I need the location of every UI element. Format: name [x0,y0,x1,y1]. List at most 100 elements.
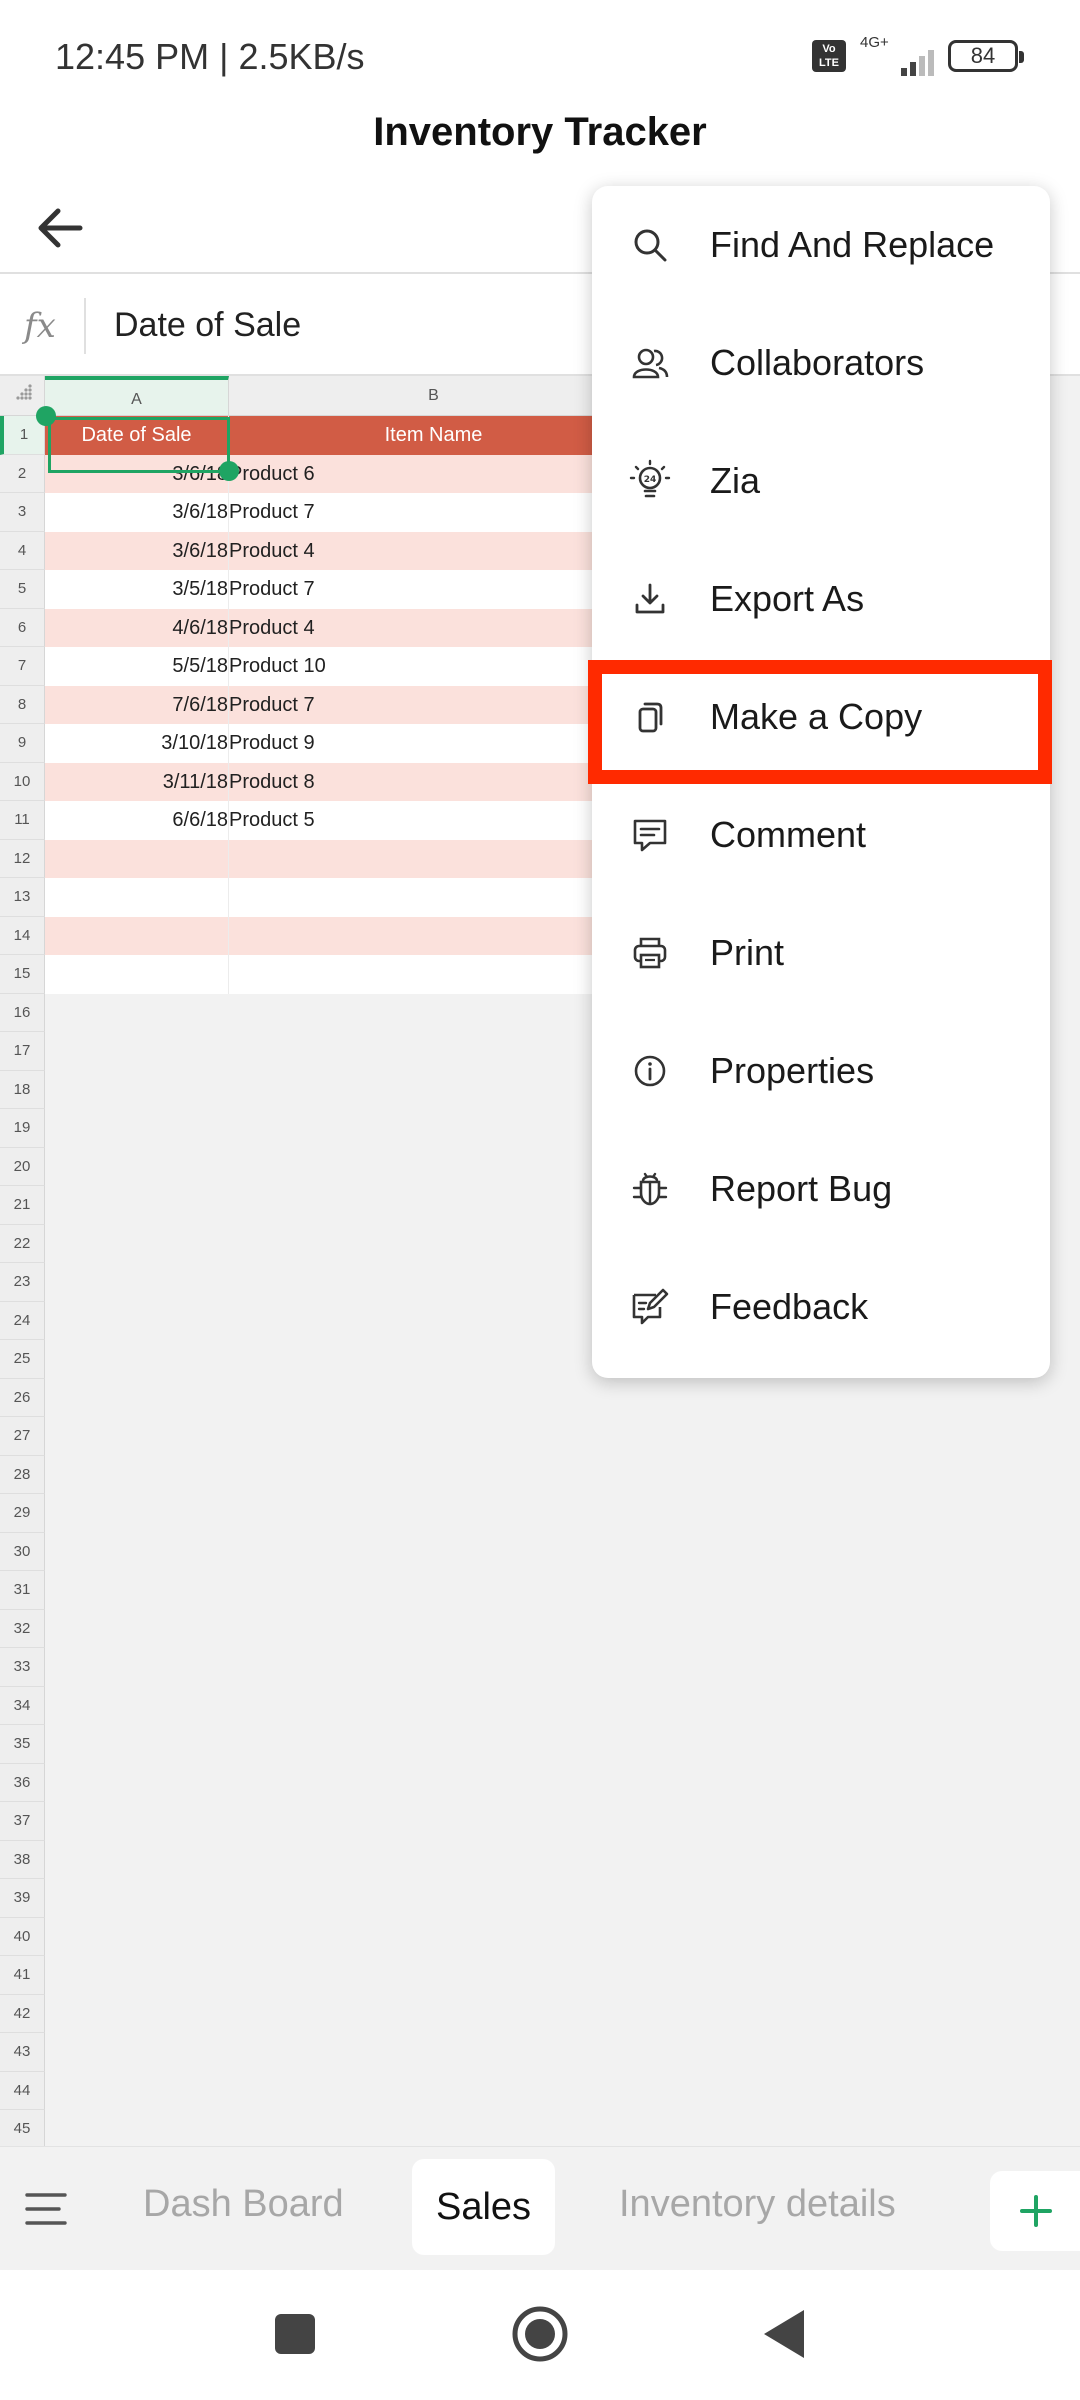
cell-a[interactable]: 6/6/18 [45,801,229,840]
add-sheet-button[interactable] [990,2171,1080,2251]
row-header[interactable]: 15 [0,955,45,994]
row-header[interactable]: 29 [0,1494,45,1533]
row-header[interactable]: 12 [0,839,45,878]
cell-empty[interactable] [45,955,229,994]
cell-b[interactable]: Product 4 [229,608,639,647]
cell-empty[interactable] [45,878,229,917]
row-header[interactable]: 35 [0,1725,45,1764]
tab-dash-board[interactable]: Dash Board [143,2183,344,2226]
row-headers: 1 2 3 4 5 6 7 8 9 10 11 12 13 14 15 16 17 18 19 20 21 22 23 24 2… [0,416,45,2146]
row-header[interactable]: 13 [0,878,45,917]
cell-a[interactable]: 3/11/18 [45,762,229,801]
row-header[interactable]: 5 [0,570,45,609]
menu-item-feedback[interactable]: Feedback [592,1248,1050,1366]
cell-empty[interactable] [229,839,639,878]
printer-icon [628,931,672,975]
menu-item-print[interactable]: Print [592,894,1050,1012]
cell-b1[interactable]: Item Name [229,416,639,455]
cell-b[interactable]: Product 6 [229,454,639,493]
sheet-list-button[interactable] [24,2191,68,2227]
menu-item-collaborators[interactable]: Collaborators [592,304,1050,422]
row-header[interactable]: 32 [0,1609,45,1648]
row-header[interactable]: 3 [0,493,45,532]
row-header[interactable]: 27 [0,1417,45,1456]
row-header[interactable]: 9 [0,724,45,763]
cell-area[interactable]: Date of Sale Item Name 3/6/18 Product 6 3/… [45,416,639,994]
row-header[interactable]: 20 [0,1147,45,1186]
row-header[interactable]: 23 [0,1263,45,1302]
cell-a[interactable]: 3/10/18 [45,724,229,763]
back-button[interactable] [30,198,90,258]
row-header[interactable]: 36 [0,1763,45,1802]
signal-bar [901,68,907,76]
row-header[interactable]: 4 [0,531,45,570]
column-header-a[interactable]: A [45,376,229,416]
cell-a[interactable]: 3/6/18 [45,531,229,570]
row-header[interactable]: 11 [0,801,45,840]
menu-item-properties[interactable]: Properties [592,1012,1050,1130]
row-header[interactable]: 38 [0,1840,45,1879]
cell-empty[interactable] [45,916,229,955]
selection-handle-start[interactable] [36,406,56,426]
menu-label: Comment [710,814,867,855]
cell-b[interactable]: Product 7 [229,493,639,532]
row-header[interactable]: 33 [0,1648,45,1687]
home-icon[interactable] [510,2304,570,2364]
row-header[interactable]: 24 [0,1301,45,1340]
recents-icon[interactable] [273,2312,317,2356]
cell-b[interactable]: Product 5 [229,801,639,840]
menu-item-find-and-replace[interactable]: Find And Replace [592,186,1050,304]
row-header[interactable]: 21 [0,1186,45,1225]
row-header[interactable]: 25 [0,1340,45,1379]
row-header[interactable]: 34 [0,1686,45,1725]
tab-sales[interactable]: Sales [412,2159,556,2255]
row-header[interactable]: 28 [0,1455,45,1494]
row-header[interactable]: 42 [0,1994,45,2033]
cell-a[interactable]: 5/5/18 [45,647,229,686]
row-header[interactable]: 8 [0,685,45,724]
row-header[interactable]: 44 [0,2071,45,2110]
row-header[interactable]: 30 [0,1532,45,1571]
row-header[interactable]: 43 [0,2033,45,2072]
row-header[interactable]: 2 [0,454,45,493]
cell-b[interactable]: Product 9 [229,724,639,763]
row-header[interactable]: 10 [0,762,45,801]
cell-a[interactable]: 3/5/18 [45,570,229,609]
row-header[interactable]: 26 [0,1378,45,1417]
formula-input[interactable]: Date of Sale [114,306,301,345]
cell-b[interactable]: Product 10 [229,647,639,686]
row-header[interactable]: 19 [0,1109,45,1148]
cell-b[interactable]: Product 7 [229,685,639,724]
cell-b[interactable]: Product 8 [229,762,639,801]
row-header[interactable]: 6 [0,608,45,647]
row-header[interactable]: 18 [0,1070,45,1109]
row-header[interactable]: 7 [0,647,45,686]
row-header[interactable]: 31 [0,1571,45,1610]
row-header[interactable]: 41 [0,1956,45,1995]
menu-item-comment[interactable]: Comment [592,776,1050,894]
cell-empty[interactable] [229,878,639,917]
cell-a[interactable]: 3/6/18 [45,493,229,532]
row-header[interactable]: 37 [0,1802,45,1841]
cell-b[interactable]: Product 7 [229,570,639,609]
menu-item-export-as[interactable]: Export As [592,540,1050,658]
menu-item-report-bug[interactable]: Report Bug [592,1130,1050,1248]
cell-a[interactable]: 4/6/18 [45,608,229,647]
tab-inventory-details[interactable]: Inventory details [619,2183,896,2226]
row-header[interactable]: 39 [0,1879,45,1918]
cell-empty[interactable] [229,955,639,994]
cell-empty[interactable] [229,916,639,955]
row-header[interactable]: 40 [0,1917,45,1956]
selection-handle-end[interactable] [219,461,239,481]
cell-a[interactable]: 7/6/18 [45,685,229,724]
row-header[interactable]: 22 [0,1224,45,1263]
menu-item-zia[interactable]: 24 Zia [592,422,1050,540]
cell-empty[interactable] [45,839,229,878]
row-header[interactable]: 17 [0,1032,45,1071]
column-header-b[interactable]: B [229,376,639,416]
row-header[interactable]: 45 [0,2110,45,2146]
cell-b[interactable]: Product 4 [229,531,639,570]
row-header[interactable]: 16 [0,993,45,1032]
back-nav-icon[interactable] [760,2308,806,2360]
row-header[interactable]: 14 [0,916,45,955]
